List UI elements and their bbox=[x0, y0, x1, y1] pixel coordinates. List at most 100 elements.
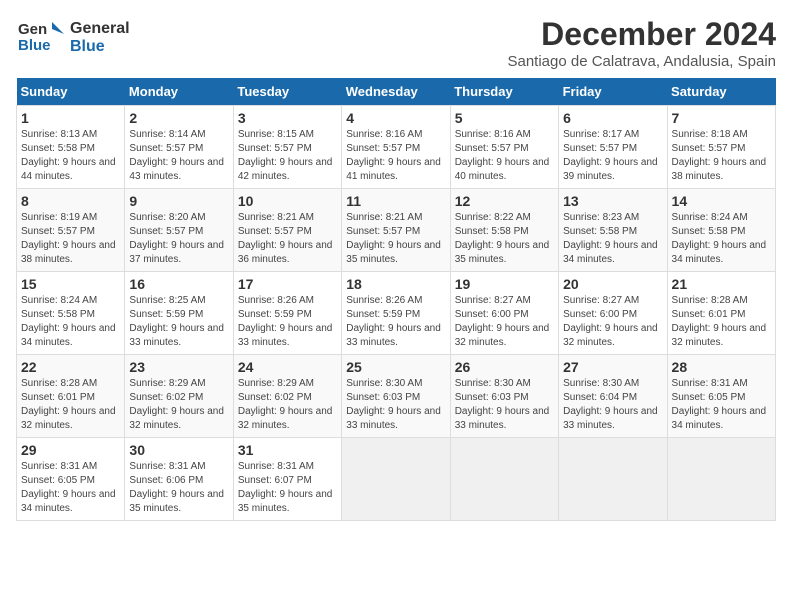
day-info: Sunrise: 8:23 AMSunset: 5:58 PMDaylight:… bbox=[563, 211, 662, 267]
day-info: Sunrise: 8:19 AMSunset: 5:57 PMDaylight:… bbox=[21, 211, 120, 267]
day-number: 14 bbox=[672, 193, 771, 209]
day-info: Sunrise: 8:13 AMSunset: 5:58 PMDaylight:… bbox=[21, 128, 120, 184]
day-info: Sunrise: 8:22 AMSunset: 5:58 PMDaylight:… bbox=[455, 211, 554, 267]
day-number: 24 bbox=[238, 359, 337, 375]
calendar-cell: 28Sunrise: 8:31 AMSunset: 6:05 PMDayligh… bbox=[667, 355, 775, 438]
calendar-cell: 10 Sunrise: 8:21 AMSunset: 5:57 PMDayligh… bbox=[233, 189, 341, 272]
header-monday: Monday bbox=[125, 78, 233, 106]
day-info: Sunrise: 8:31 AMSunset: 6:07 PMDaylight:… bbox=[238, 460, 337, 516]
header-sunday: Sunday bbox=[17, 78, 125, 106]
calendar-cell: 31 Sunrise: 8:31 AMSunset: 6:07 PMDayligh… bbox=[233, 438, 341, 521]
day-number: 31 bbox=[238, 442, 337, 458]
calendar-cell: 26 Sunrise: 8:30 AMSunset: 6:03 PMDayligh… bbox=[450, 355, 558, 438]
page-subtitle: Santiago de Calatrava, Andalusia, Spain bbox=[507, 53, 776, 70]
calendar-cell: 16 Sunrise: 8:25 AMSunset: 5:59 PMDayligh… bbox=[125, 272, 233, 355]
day-number: 29 bbox=[21, 442, 120, 458]
header-friday: Friday bbox=[559, 78, 667, 106]
header-thursday: Thursday bbox=[450, 78, 558, 106]
day-info: Sunrise: 8:24 AMSunset: 5:58 PMDaylight:… bbox=[672, 211, 771, 267]
day-info: Sunrise: 8:28 AMSunset: 6:01 PMDaylight:… bbox=[21, 377, 120, 433]
day-number: 18 bbox=[346, 276, 445, 292]
day-info: Sunrise: 8:15 AMSunset: 5:57 PMDaylight:… bbox=[238, 128, 337, 184]
calendar-cell: 8 Sunrise: 8:19 AMSunset: 5:57 PMDaylight… bbox=[17, 189, 125, 272]
calendar-week-2: 8 Sunrise: 8:19 AMSunset: 5:57 PMDaylight… bbox=[17, 189, 776, 272]
calendar-cell: 2 Sunrise: 8:14 AMSunset: 5:57 PMDaylight… bbox=[125, 106, 233, 189]
day-number: 9 bbox=[129, 193, 228, 209]
calendar-cell: 6 Sunrise: 8:17 AMSunset: 5:57 PMDaylight… bbox=[559, 106, 667, 189]
day-info: Sunrise: 8:17 AMSunset: 5:57 PMDaylight:… bbox=[563, 128, 662, 184]
day-number: 13 bbox=[563, 193, 662, 209]
day-number: 8 bbox=[21, 193, 120, 209]
day-info: Sunrise: 8:24 AMSunset: 5:58 PMDaylight:… bbox=[21, 294, 120, 350]
calendar-week-1: 1 Sunrise: 8:13 AMSunset: 5:58 PMDaylight… bbox=[17, 106, 776, 189]
day-info: Sunrise: 8:16 AMSunset: 5:57 PMDaylight:… bbox=[346, 128, 445, 184]
day-info: Sunrise: 8:27 AMSunset: 6:00 PMDaylight:… bbox=[455, 294, 554, 350]
day-info: Sunrise: 8:25 AMSunset: 5:59 PMDaylight:… bbox=[129, 294, 228, 350]
day-info: Sunrise: 8:21 AMSunset: 5:57 PMDaylight:… bbox=[238, 211, 337, 267]
day-number: 1 bbox=[21, 110, 120, 126]
day-number: 15 bbox=[21, 276, 120, 292]
title-area: December 2024 Santiago de Calatrava, And… bbox=[507, 16, 776, 70]
calendar-cell: 20 Sunrise: 8:27 AMSunset: 6:00 PMDayligh… bbox=[559, 272, 667, 355]
svg-text:Gen: Gen bbox=[18, 21, 47, 38]
page-title: December 2024 bbox=[507, 16, 776, 53]
day-number: 10 bbox=[238, 193, 337, 209]
calendar-cell: 22 Sunrise: 8:28 AMSunset: 6:01 PMDayligh… bbox=[17, 355, 125, 438]
day-info: Sunrise: 8:14 AMSunset: 5:57 PMDaylight:… bbox=[129, 128, 228, 184]
header-wednesday: Wednesday bbox=[342, 78, 450, 106]
day-number: 17 bbox=[238, 276, 337, 292]
calendar-table: SundayMondayTuesdayWednesdayThursdayFrid… bbox=[16, 78, 776, 521]
calendar-header-row: SundayMondayTuesdayWednesdayThursdayFrid… bbox=[17, 78, 776, 106]
day-info: Sunrise: 8:31 AMSunset: 6:05 PMDaylight:… bbox=[21, 460, 120, 516]
calendar-cell: 7 Sunrise: 8:18 AMSunset: 5:57 PMDaylight… bbox=[667, 106, 775, 189]
day-number: 5 bbox=[455, 110, 554, 126]
page-header: Gen Blue General Blue December 2024 Sant… bbox=[16, 16, 776, 70]
day-number: 20 bbox=[563, 276, 662, 292]
day-number: 2 bbox=[129, 110, 228, 126]
day-info: Sunrise: 8:20 AMSunset: 5:57 PMDaylight:… bbox=[129, 211, 228, 267]
day-number: 7 bbox=[672, 110, 771, 126]
calendar-cell: 29 Sunrise: 8:31 AMSunset: 6:05 PMDayligh… bbox=[17, 438, 125, 521]
day-info: Sunrise: 8:29 AMSunset: 6:02 PMDaylight:… bbox=[238, 377, 337, 433]
header-saturday: Saturday bbox=[667, 78, 775, 106]
calendar-cell: 17Sunrise: 8:26 AMSunset: 5:59 PMDayligh… bbox=[233, 272, 341, 355]
day-info: Sunrise: 8:21 AMSunset: 5:57 PMDaylight:… bbox=[346, 211, 445, 267]
day-number: 21 bbox=[672, 276, 771, 292]
day-number: 26 bbox=[455, 359, 554, 375]
logo: Gen Blue General Blue bbox=[16, 16, 130, 60]
calendar-cell: 15 Sunrise: 8:24 AMSunset: 5:58 PMDayligh… bbox=[17, 272, 125, 355]
day-number: 12 bbox=[455, 193, 554, 209]
day-info: Sunrise: 8:30 AMSunset: 6:03 PMDaylight:… bbox=[346, 377, 445, 433]
day-number: 4 bbox=[346, 110, 445, 126]
day-info: Sunrise: 8:18 AMSunset: 5:57 PMDaylight:… bbox=[672, 128, 771, 184]
day-info: Sunrise: 8:29 AMSunset: 6:02 PMDaylight:… bbox=[129, 377, 228, 433]
calendar-cell: 4 Sunrise: 8:16 AMSunset: 5:57 PMDaylight… bbox=[342, 106, 450, 189]
day-info: Sunrise: 8:16 AMSunset: 5:57 PMDaylight:… bbox=[455, 128, 554, 184]
calendar-cell bbox=[559, 438, 667, 521]
day-info: Sunrise: 8:28 AMSunset: 6:01 PMDaylight:… bbox=[672, 294, 771, 350]
day-info: Sunrise: 8:30 AMSunset: 6:03 PMDaylight:… bbox=[455, 377, 554, 433]
day-number: 6 bbox=[563, 110, 662, 126]
calendar-cell: 9 Sunrise: 8:20 AMSunset: 5:57 PMDaylight… bbox=[125, 189, 233, 272]
calendar-week-3: 15 Sunrise: 8:24 AMSunset: 5:58 PMDayligh… bbox=[17, 272, 776, 355]
calendar-cell: 14 Sunrise: 8:24 AMSunset: 5:58 PMDayligh… bbox=[667, 189, 775, 272]
logo-line2: Blue bbox=[70, 38, 105, 56]
day-number: 19 bbox=[455, 276, 554, 292]
day-number: 25 bbox=[346, 359, 445, 375]
calendar-cell: 19 Sunrise: 8:27 AMSunset: 6:00 PMDayligh… bbox=[450, 272, 558, 355]
calendar-cell: 18 Sunrise: 8:26 AMSunset: 5:59 PMDayligh… bbox=[342, 272, 450, 355]
calendar-week-5: 29 Sunrise: 8:31 AMSunset: 6:05 PMDayligh… bbox=[17, 438, 776, 521]
calendar-cell: 21 Sunrise: 8:28 AMSunset: 6:01 PMDayligh… bbox=[667, 272, 775, 355]
calendar-cell: 30Sunrise: 8:31 AMSunset: 6:06 PMDayligh… bbox=[125, 438, 233, 521]
day-info: Sunrise: 8:26 AMSunset: 5:59 PMDaylight:… bbox=[346, 294, 445, 350]
calendar-cell: 27Sunrise: 8:30 AMSunset: 6:04 PMDayligh… bbox=[559, 355, 667, 438]
calendar-cell bbox=[667, 438, 775, 521]
day-number: 16 bbox=[129, 276, 228, 292]
calendar-cell: 13 Sunrise: 8:23 AMSunset: 5:58 PMDayligh… bbox=[559, 189, 667, 272]
calendar-cell: 23Sunrise: 8:29 AMSunset: 6:02 PMDayligh… bbox=[125, 355, 233, 438]
calendar-cell: 5 Sunrise: 8:16 AMSunset: 5:57 PMDaylight… bbox=[450, 106, 558, 189]
svg-text:Blue: Blue bbox=[18, 37, 51, 54]
day-info: Sunrise: 8:27 AMSunset: 6:00 PMDaylight:… bbox=[563, 294, 662, 350]
day-number: 22 bbox=[21, 359, 120, 375]
calendar-cell: 11Sunrise: 8:21 AMSunset: 5:57 PMDayligh… bbox=[342, 189, 450, 272]
